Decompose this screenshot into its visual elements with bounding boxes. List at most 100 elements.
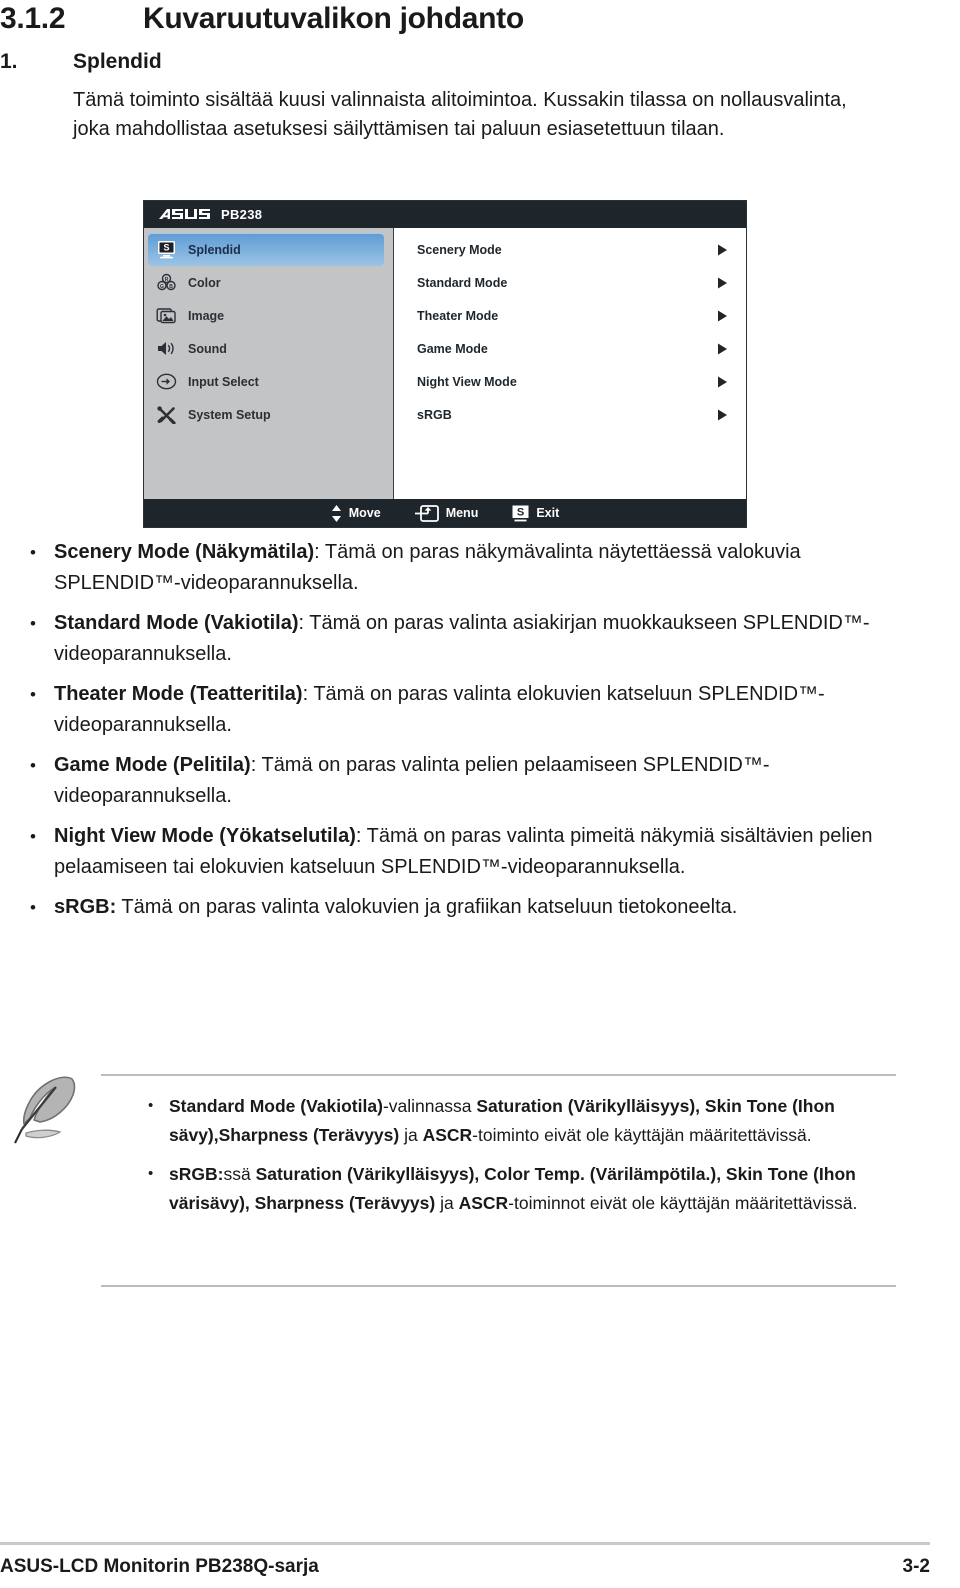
note-text: Standard Mode (Vakiotila)-valinnassa Sat…	[169, 1092, 899, 1149]
up-down-arrows-icon	[331, 504, 341, 522]
mode-row-srgb[interactable]: sRGB	[394, 398, 746, 431]
svg-text:G: G	[160, 284, 164, 290]
osd-menu-screenshot: PB238 S Splendid G B R Color Image Sound…	[143, 200, 747, 528]
color-circles-icon: G B R	[157, 273, 176, 291]
osd-title-bar: PB238	[144, 201, 746, 228]
sidebar-item-system-setup[interactable]: System Setup	[144, 398, 393, 431]
section-title: Splendid	[73, 50, 162, 73]
list-item: • Scenery Mode (Näkymätila): Tämä on par…	[0, 537, 960, 599]
svg-text:S: S	[517, 506, 524, 518]
chevron-right-icon	[718, 376, 727, 387]
note-items: • Standard Mode (Vakiotila)-valinnassa S…	[101, 1092, 901, 1228]
bullet-text: sRGB: Tämä on paras valinta valokuvien j…	[54, 892, 914, 923]
bullet-term: Standard Mode (Vakiotila)	[54, 612, 299, 634]
sidebar-label-color: Color	[188, 275, 221, 290]
mode-label: Game Mode	[417, 341, 488, 356]
note-item: • sRGB:ssä Saturation (Värikylläisyys), …	[101, 1160, 901, 1217]
mode-row-night-view[interactable]: Night View Mode	[394, 365, 746, 398]
mode-row-game[interactable]: Game Mode	[394, 332, 746, 365]
mode-label: Scenery Mode	[417, 242, 502, 257]
bullet-term: sRGB:	[54, 896, 117, 918]
bullet-text: Night View Mode (Yökatselutila): Tämä on…	[54, 821, 914, 883]
page-title: Kuvaruutuvalikon johdanto	[143, 2, 524, 35]
bullet-text: Standard Mode (Vakiotila): Tämä on paras…	[54, 608, 914, 670]
note-seg-bold: sRGB:	[169, 1164, 224, 1184]
osd-footer-label: Move	[348, 506, 381, 520]
note-bullet-marker: •	[148, 1165, 154, 1182]
mode-description-list: • Scenery Mode (Näkymätila): Tämä on par…	[0, 537, 960, 932]
note-seg: -valinnassa	[382, 1096, 477, 1116]
osd-mode-list: Scenery Mode Standard Mode Theater Mode …	[394, 228, 746, 499]
bullet-marker: •	[30, 685, 36, 704]
bullet-marker: •	[30, 614, 36, 633]
mode-row-theater[interactable]: Theater Mode	[394, 299, 746, 332]
sidebar-item-color[interactable]: G B R Color	[144, 266, 393, 299]
sidebar-label-image: Image	[188, 308, 225, 323]
svg-text:R: R	[165, 277, 169, 283]
page-footer: ASUS-LCD Monitorin PB238Q-sarja 3-2	[0, 1556, 930, 1578]
sidebar-item-splendid[interactable]: S Splendid	[148, 233, 384, 266]
mode-row-standard[interactable]: Standard Mode	[394, 266, 746, 299]
bullet-body: Tämä on paras valinta valokuvien ja graf…	[116, 896, 738, 918]
asus-logo-icon	[159, 209, 210, 219]
note-divider-top	[101, 1074, 896, 1076]
note-seg-bold: ASCR	[458, 1192, 509, 1213]
list-item: • Game Mode (Pelitila): Tämä on paras va…	[0, 750, 960, 812]
osd-footer-label: Exit	[536, 506, 560, 520]
note-item: • Standard Mode (Vakiotila)-valinnassa S…	[101, 1092, 901, 1149]
bullet-text: Theater Mode (Teatteritila): Tämä on par…	[54, 679, 914, 741]
enter-menu-icon	[414, 504, 439, 522]
heading-number: 3.1.2	[0, 2, 66, 35]
note-seg: ja	[399, 1124, 423, 1145]
bullet-text: Scenery Mode (Näkymätila): Tämä on paras…	[54, 537, 914, 599]
sidebar-item-image[interactable]: Image	[144, 299, 393, 332]
bullet-term: Game Mode (Pelitila)	[54, 754, 251, 776]
list-item: • sRGB: Tämä on paras valinta valokuvien…	[0, 892, 960, 923]
section-number: 1.	[0, 50, 18, 73]
bullet-term: Night View Mode (Yökatselutila)	[54, 825, 356, 847]
splendid-monitor-icon: S	[158, 241, 175, 259]
sidebar-item-sound[interactable]: Sound	[144, 332, 393, 365]
svg-text:B: B	[169, 284, 173, 290]
bullet-marker: •	[30, 543, 36, 562]
sidebar-label-splendid: Splendid	[188, 242, 241, 257]
note-seg: ja	[435, 1192, 459, 1213]
chevron-right-icon	[718, 409, 727, 420]
note-seg-bold: ASCR	[422, 1124, 473, 1145]
bullet-marker: •	[30, 827, 36, 846]
splendid-s-icon: S	[512, 505, 529, 521]
bullet-term: Theater Mode (Teatteritila)	[54, 683, 303, 705]
note-text: sRGB:ssä Saturation (Värikylläisyys), Co…	[169, 1160, 899, 1217]
bullet-term: Scenery Mode (Näkymätila)	[54, 541, 315, 563]
bullet-marker: •	[30, 756, 36, 775]
chevron-right-icon	[718, 277, 727, 288]
footer-document-title: ASUS-LCD Monitorin PB238Q-sarja	[0, 1556, 319, 1577]
bullet-text: Game Mode (Pelitila): Tämä on paras vali…	[54, 750, 914, 812]
sidebar-label-sound: Sound	[188, 341, 227, 356]
speaker-icon	[158, 342, 174, 355]
list-item: • Standard Mode (Vakiotila): Tämä on par…	[0, 608, 960, 670]
note-divider-bottom	[101, 1285, 896, 1287]
image-frame-icon	[156, 308, 176, 324]
section-item: 1. Splendid	[0, 50, 162, 74]
mode-label: sRGB	[417, 407, 452, 422]
osd-footer-move[interactable]: Move	[331, 504, 381, 522]
osd-footer-menu[interactable]: Menu	[414, 504, 479, 522]
mode-row-scenery[interactable]: Scenery Mode	[394, 233, 746, 266]
note-seg: ssä	[223, 1164, 256, 1184]
note-seg-bold: Standard Mode (Vakiotila)	[169, 1096, 383, 1116]
mode-label: Standard Mode	[417, 275, 508, 290]
sidebar-item-input-select[interactable]: Input Select	[144, 365, 393, 398]
svg-text:S: S	[163, 243, 169, 253]
osd-footer-exit[interactable]: S Exit	[512, 505, 559, 522]
osd-footer-label: Menu	[445, 506, 479, 520]
footer-divider	[0, 1542, 930, 1545]
tools-icon	[157, 406, 176, 424]
sidebar-label-input-select: Input Select	[188, 374, 259, 389]
document-page: 3.1.2 Kuvaruutuvalikon johdanto 1. Splen…	[0, 0, 960, 1588]
osd-model-label: PB238	[221, 207, 263, 222]
note-seg: -toiminnot eivät ole käyttäjän määritett…	[508, 1192, 858, 1213]
osd-footer-bar: Move Menu S Exit	[144, 499, 746, 527]
section-intro: Tämä toiminto sisältää kuusi valinnaista…	[73, 89, 847, 140]
sidebar-label-system-setup: System Setup	[188, 407, 271, 422]
